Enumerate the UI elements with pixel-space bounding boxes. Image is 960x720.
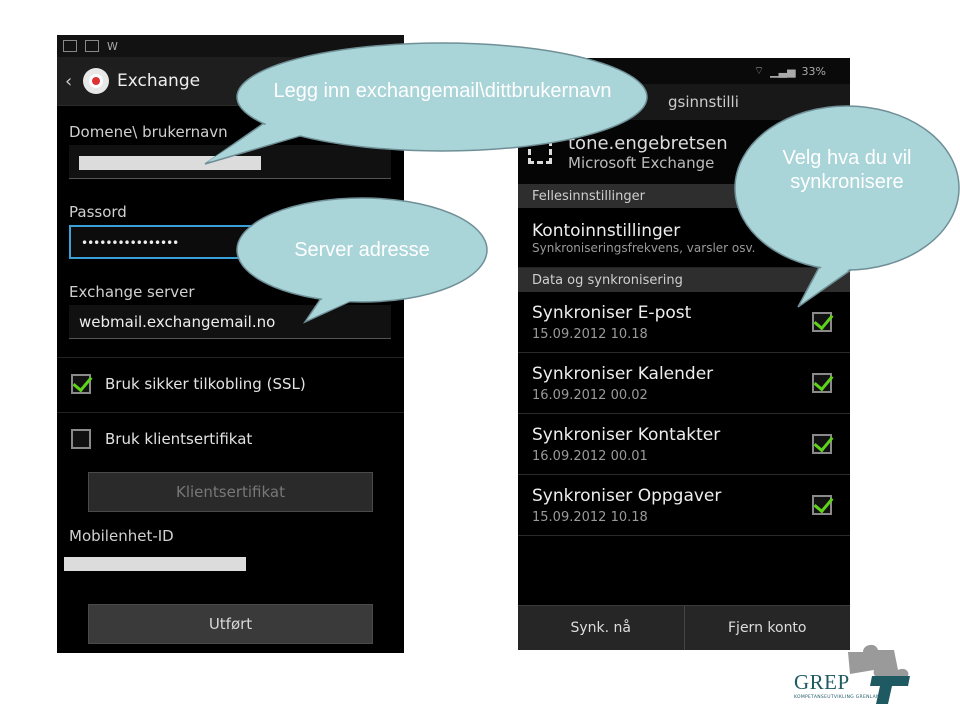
sync-item-calendar[interactable]: Synkroniser Kalender 16.09.2012 00.02 [518,353,850,414]
sync-item-contacts[interactable]: Synkroniser Kontakter 16.09.2012 00.01 [518,414,850,475]
sync-now-button[interactable]: Synk. nå [518,606,684,650]
back-chevron-icon[interactable]: ‹ [65,71,83,92]
done-button[interactable]: Utført [88,604,373,644]
sync-item-date: 15.09.2012 10.18 [532,326,648,342]
sync-item-title: Synkroniser Oppgaver [532,485,722,506]
grep-logo: GREP KOMPETANSEUTVIKLING GRENLAND [788,640,918,710]
callout-username-text: Legg inn exchangemail\dittbrukernavn [273,80,612,102]
sync-item-date: 15.09.2012 10.18 [532,509,648,525]
callout-sync-hint: Velg hva du vil synkronisere [733,85,960,310]
sync-item-title: Synkroniser E-post [532,302,692,323]
action-title: Exchange [117,71,201,91]
client-cert-label: Bruk klientsertifikat [105,430,253,448]
sync-item-date: 16.09.2012 00.02 [532,387,648,403]
sync-email-checkbox[interactable] [812,312,832,332]
logo-word: GREP [794,670,850,694]
gallery-icon [63,40,77,52]
sync-calendar-checkbox[interactable] [812,373,832,393]
signal-icon: ▁▃▅ [770,64,796,78]
sync-item-title: Synkroniser Kalender [532,363,714,384]
ssl-label: Bruk sikker tilkobling (SSL) [105,375,306,393]
callout-username-hint: Legg inn exchangemail\dittbrukernavn [200,40,650,165]
wifi-icon: ⌔ [753,64,765,77]
client-cert-checkbox[interactable] [71,429,91,449]
ssl-row[interactable]: Bruk sikker tilkobling (SSL) [57,357,404,410]
battery-percent: 33% [801,64,826,78]
sync-item-date: 16.09.2012 00.01 [532,448,648,464]
device-id-label: Mobilenhet-ID [69,527,174,545]
image-icon [85,40,99,52]
sync-item-title: Synkroniser Kontakter [532,424,721,445]
redacted-device-id [64,557,246,571]
exchange-server-label: Exchange server [69,283,195,301]
client-cert-row[interactable]: Bruk klientsertifikat [57,412,404,465]
exchange-logo-icon [83,68,109,94]
sync-tasks-checkbox[interactable] [812,495,832,515]
ssl-checkbox[interactable] [71,374,91,394]
client-certificate-button[interactable]: Klientsertifikat [88,472,373,512]
callout-server-text: Server adresse [294,239,430,261]
callout-sync-text: Velg hva du vil synkronisere [782,147,912,193]
logo-subtitle: KOMPETANSEUTVIKLING GRENLAND [794,695,884,700]
callout-server-hint: Server adresse [235,195,495,325]
sync-contacts-checkbox[interactable] [812,434,832,454]
status-text: W [107,39,118,53]
sync-item-tasks[interactable]: Synkroniser Oppgaver 15.09.2012 10.18 [518,475,850,536]
password-label: Passord [69,203,127,221]
